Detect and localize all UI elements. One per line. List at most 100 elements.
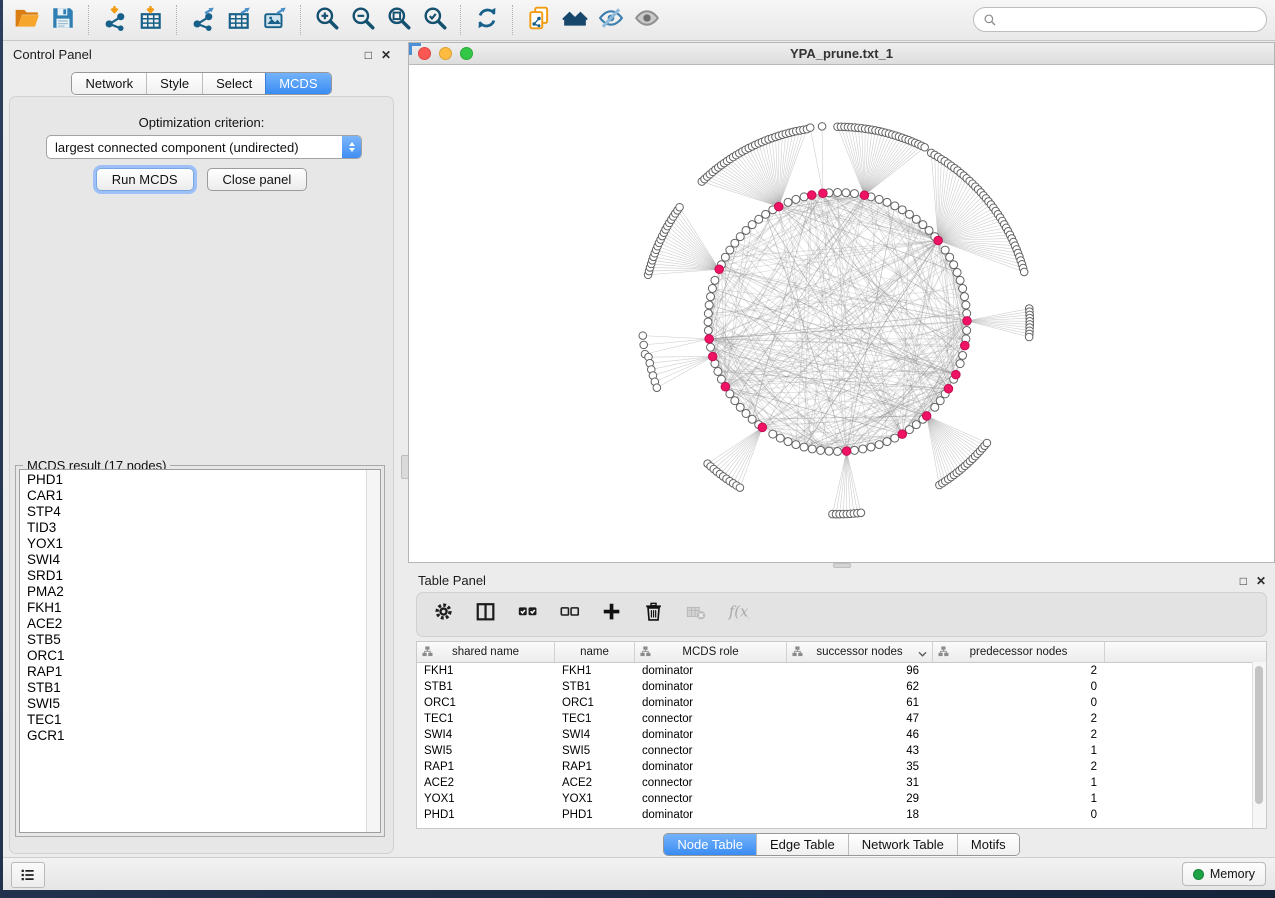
import-network-icon bbox=[102, 5, 128, 36]
mcds-list-scrollbar[interactable] bbox=[366, 470, 380, 832]
tab-select[interactable]: Select bbox=[202, 73, 265, 94]
memory-button[interactable]: Memory bbox=[1182, 862, 1266, 886]
cell-name: STB1 bbox=[555, 681, 635, 693]
window-maximize-icon[interactable] bbox=[460, 47, 473, 60]
column-header-shared-name[interactable]: shared name bbox=[417, 642, 555, 662]
mcds-result-item[interactable]: PHD1 bbox=[20, 472, 366, 488]
column-header-name[interactable]: name bbox=[555, 642, 635, 662]
criterion-dropdown[interactable]: largest connected component (undirected) bbox=[46, 135, 362, 159]
mcds-result-item[interactable]: FKH1 bbox=[20, 600, 366, 616]
hide-selected-button[interactable] bbox=[593, 3, 629, 37]
cell-MCDS-role: dominator bbox=[635, 809, 787, 821]
status-bar: Memory bbox=[3, 857, 1275, 890]
table-row[interactable]: FKH1FKH1dominator962 bbox=[417, 663, 1266, 679]
add-column-button[interactable] bbox=[599, 602, 625, 628]
deselect-all-button[interactable] bbox=[557, 602, 583, 628]
tab-style[interactable]: Style bbox=[146, 73, 202, 94]
network-window-titlebar[interactable]: YPA_prune.txt_1 bbox=[409, 43, 1274, 65]
mcds-result-list[interactable]: PHD1CAR1STP4TID3YOX1SWI4SRD1PMA2FKH1ACE2… bbox=[19, 469, 381, 833]
mcds-result-item[interactable]: RAP1 bbox=[20, 664, 366, 680]
close-panel-icon[interactable]: ✕ bbox=[381, 49, 391, 61]
mcds-result-item[interactable]: STB5 bbox=[20, 632, 366, 648]
table-row[interactable]: STB1STB1dominator620 bbox=[417, 679, 1266, 695]
table-row[interactable]: SWI4SWI4dominator462 bbox=[417, 727, 1266, 743]
close-panel-button[interactable]: Close panel bbox=[207, 168, 308, 191]
column-header-predecessor-nodes[interactable]: predecessor nodes bbox=[933, 642, 1105, 662]
import-table-button[interactable] bbox=[133, 3, 169, 37]
column-header-successor-nodes[interactable]: successor nodes bbox=[787, 642, 933, 662]
table-row[interactable]: RAP1RAP1dominator352 bbox=[417, 759, 1266, 775]
function-builder-button: f(x) bbox=[725, 602, 751, 628]
tab-network-table[interactable]: Network Table bbox=[848, 834, 957, 855]
zoom-selected-icon bbox=[422, 5, 448, 36]
open-file-button[interactable] bbox=[9, 3, 45, 37]
table-panel: Table Panel □ ✕ f(x) shared namenameMCDS… bbox=[408, 568, 1275, 858]
zoom-out-button[interactable] bbox=[345, 3, 381, 37]
mcds-result-item[interactable]: YOX1 bbox=[20, 536, 366, 552]
tab-network[interactable]: Network bbox=[72, 73, 146, 94]
delete-columns-button[interactable] bbox=[641, 602, 667, 628]
vertical-splitter[interactable] bbox=[400, 42, 408, 858]
select-all-button[interactable] bbox=[515, 602, 541, 628]
window-minimize-icon[interactable] bbox=[439, 47, 452, 60]
mcds-result-item[interactable]: SRD1 bbox=[20, 568, 366, 584]
table-row[interactable]: PHD1PHD1dominator180 bbox=[417, 807, 1266, 823]
network-canvas[interactable] bbox=[409, 65, 1274, 562]
hide-selected-icon bbox=[598, 5, 624, 36]
zoom-fit-button[interactable] bbox=[381, 3, 417, 37]
export-table-button[interactable] bbox=[221, 3, 257, 37]
tab-motifs[interactable]: Motifs bbox=[957, 834, 1019, 855]
import-network-button[interactable] bbox=[97, 3, 133, 37]
show-all-button[interactable] bbox=[629, 3, 665, 37]
mcds-result-item[interactable]: TID3 bbox=[20, 520, 366, 536]
cell-name: YOX1 bbox=[555, 793, 635, 805]
table-row[interactable]: TEC1TEC1connector472 bbox=[417, 711, 1266, 727]
delete-table-button bbox=[683, 602, 709, 628]
run-mcds-button[interactable]: Run MCDS bbox=[96, 168, 194, 191]
mcds-result-item[interactable]: CAR1 bbox=[20, 488, 366, 504]
tab-node-table[interactable]: Node Table bbox=[664, 834, 756, 855]
mcds-result-item[interactable]: ORC1 bbox=[20, 648, 366, 664]
mcds-result-item[interactable]: STB1 bbox=[20, 680, 366, 696]
mcds-result-item[interactable]: GCR1 bbox=[20, 728, 366, 744]
cell-MCDS-role: connector bbox=[635, 745, 787, 757]
cell-successor-nodes: 29 bbox=[787, 793, 933, 805]
clone-network-button[interactable] bbox=[521, 3, 557, 37]
network-graph[interactable] bbox=[409, 65, 1274, 562]
export-image-button[interactable] bbox=[257, 3, 293, 37]
mcds-result-item[interactable]: ACE2 bbox=[20, 616, 366, 632]
table-scrollbar-thumb[interactable] bbox=[1255, 666, 1263, 804]
float-panel-icon[interactable]: □ bbox=[365, 49, 372, 61]
float-table-panel-icon[interactable]: □ bbox=[1240, 575, 1247, 587]
main-toolbar bbox=[3, 0, 1275, 41]
search-input[interactable] bbox=[1003, 11, 1266, 28]
zoom-selected-button[interactable] bbox=[417, 3, 453, 37]
table-row[interactable]: SWI5SWI5connector431 bbox=[417, 743, 1266, 759]
column-header-MCDS-role[interactable]: MCDS role bbox=[635, 642, 787, 662]
tab-mcds[interactable]: MCDS bbox=[265, 73, 330, 94]
first-neighbors-button[interactable] bbox=[557, 3, 593, 37]
show-columns-button[interactable] bbox=[473, 602, 499, 628]
dropdown-stepper-icon bbox=[342, 136, 361, 158]
table-scrollbar[interactable] bbox=[1252, 662, 1266, 828]
tab-edge-table[interactable]: Edge Table bbox=[756, 834, 848, 855]
table-row[interactable]: YOX1YOX1connector291 bbox=[417, 791, 1266, 807]
mcds-result-item[interactable]: SWI4 bbox=[20, 552, 366, 568]
cell-predecessor-nodes: 1 bbox=[933, 793, 1105, 805]
first-neighbors-icon bbox=[562, 5, 588, 36]
table-row[interactable]: ACE2ACE2connector311 bbox=[417, 775, 1266, 791]
search-box[interactable] bbox=[973, 7, 1267, 32]
mcds-result-item[interactable]: TEC1 bbox=[20, 712, 366, 728]
mcds-result-item[interactable]: SWI5 bbox=[20, 696, 366, 712]
mcds-result-item[interactable]: PMA2 bbox=[20, 584, 366, 600]
table-row[interactable]: ORC1ORC1dominator610 bbox=[417, 695, 1266, 711]
mcds-result-item[interactable]: STP4 bbox=[20, 504, 366, 520]
zoom-in-button[interactable] bbox=[309, 3, 345, 37]
refresh-view-button[interactable] bbox=[469, 3, 505, 37]
export-network-button[interactable] bbox=[185, 3, 221, 37]
status-menu-button[interactable] bbox=[11, 862, 45, 888]
table-settings-button[interactable] bbox=[431, 602, 457, 628]
close-table-panel-icon[interactable]: ✕ bbox=[1256, 575, 1266, 587]
save-session-button[interactable] bbox=[45, 3, 81, 37]
deselect-all-icon bbox=[559, 601, 581, 628]
